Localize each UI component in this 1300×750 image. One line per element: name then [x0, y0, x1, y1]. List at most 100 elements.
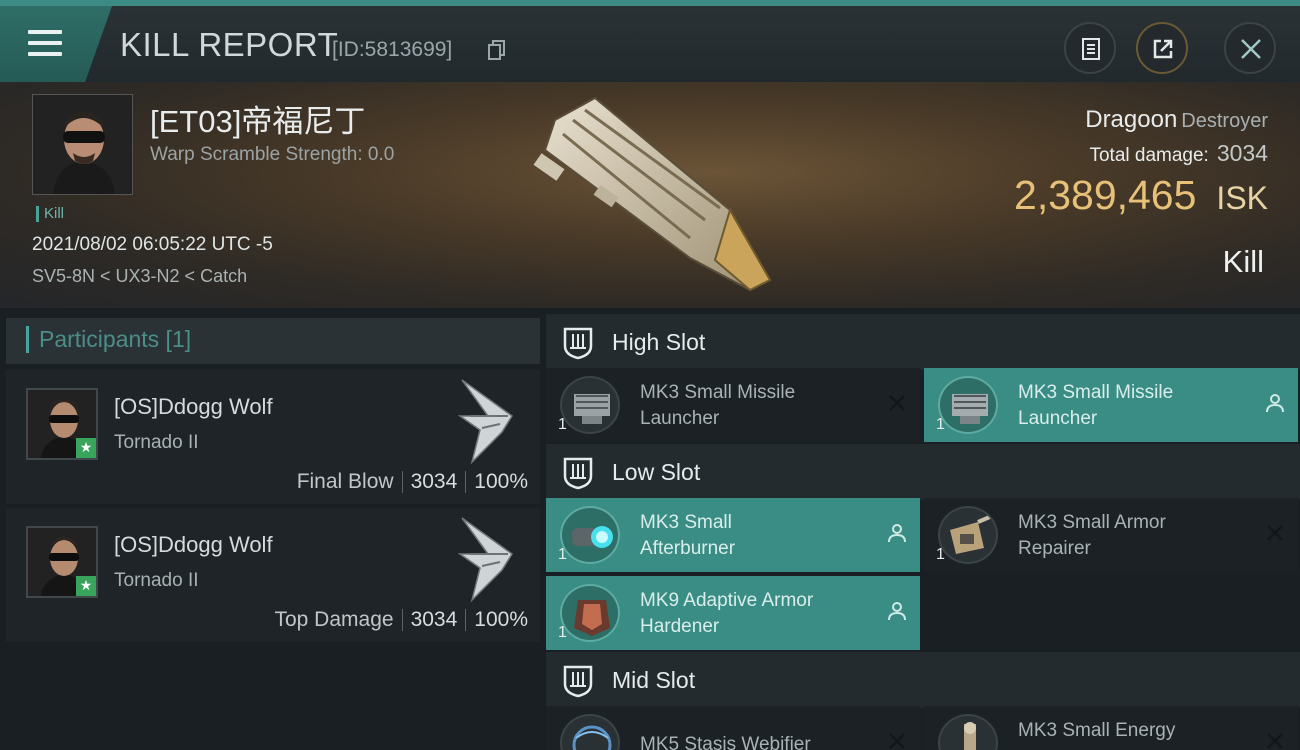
ship-name[interactable]: Dragoon Destroyer	[1085, 106, 1268, 134]
module-name-line2: Launcher	[640, 408, 720, 429]
warp-scramble: Warp Scramble Strength: 0.0	[150, 144, 395, 165]
destroyed-x-icon	[1267, 525, 1283, 541]
participant-card[interactable]: ★ [OS]Ddogg Wolf Tornado II Top Damage 30…	[6, 508, 540, 642]
shield-icon	[563, 665, 593, 698]
module-item[interactable]: MK5 Stasis Webifier	[546, 706, 920, 750]
destroyed-x-icon	[889, 395, 905, 411]
copy-icon[interactable]	[488, 40, 506, 60]
module-item[interactable]: 1 MK3 Small Armor Repairer	[924, 498, 1298, 572]
total-damage: Total damage: 3034	[1089, 140, 1268, 167]
armor-repairer-icon	[938, 506, 998, 564]
page-title: KILL REPORT	[120, 26, 339, 63]
module-item[interactable]: 1 MK3 Small Afterburner	[546, 498, 920, 572]
module-name: MK9 Adaptive Armor Hardener	[640, 588, 880, 640]
notes-button[interactable]	[1064, 22, 1116, 74]
title-bar: KILL REPORT [ID:5813699]	[0, 0, 1300, 82]
module-item[interactable]: 1 MK3 Small Missile Launcher	[546, 368, 920, 442]
participant-ship: Tornado II	[114, 432, 199, 453]
total-damage-value: 3034	[1216, 140, 1268, 166]
total-damage-label: Total damage:	[1089, 145, 1209, 166]
participant-percent: 100%	[474, 470, 528, 493]
victim-name[interactable]: [ET03]帝福尼丁	[150, 96, 365, 141]
location-path: SV5-8N < UX3-N2 < Catch	[32, 266, 248, 286]
module-name-line2: Repairer	[1018, 538, 1091, 559]
slot-title: Mid Slot	[612, 667, 696, 693]
slot-title: Low Slot	[612, 459, 701, 485]
participant-name[interactable]: [OS]Ddogg Wolf	[114, 532, 273, 558]
participant-name[interactable]: [OS]Ddogg Wolf	[114, 394, 273, 420]
module-name-line1: MK5 Stasis Webifier	[640, 734, 811, 750]
mid-slot-header: Mid Slot	[546, 652, 1300, 708]
hamburger-icon	[28, 30, 62, 58]
module-name: MK3 Small Missile Launcher	[1018, 380, 1258, 432]
module-name-line1: MK3 Small Energy	[1018, 720, 1176, 741]
participant-ship: Tornado II	[114, 570, 199, 591]
module-name-line2: Afterburner	[640, 538, 736, 559]
victim-header: [ET03]帝福尼丁 Warp Scramble Strength: 0.0 K…	[0, 82, 1300, 308]
module-name: MK3 Small Armor Repairer	[1018, 510, 1258, 562]
module-name: MK3 Small Afterburner	[640, 510, 880, 562]
participant-percent: 100%	[474, 608, 528, 631]
share-button[interactable]	[1136, 22, 1188, 74]
report-id: [ID:5813699]	[332, 38, 453, 61]
isk-unit: ISK	[1216, 180, 1268, 216]
participant-damage: 3034	[410, 470, 458, 493]
destroyed-x-icon	[1267, 733, 1283, 749]
participants-header: Participants [1]	[6, 318, 540, 364]
close-button[interactable]	[1224, 22, 1276, 74]
timestamp: 2021/08/02 06:05:22 UTC -5	[32, 234, 273, 255]
destroyed-x-icon	[889, 733, 905, 749]
module-quantity: 1	[558, 546, 567, 563]
module-quantity: 1	[558, 624, 567, 641]
module-name-line2: Launcher	[1018, 408, 1098, 429]
low-slot-header: Low Slot	[546, 444, 1300, 500]
ship-name-text: Dragoon	[1085, 106, 1178, 133]
armor-hardener-icon	[560, 584, 620, 642]
kill-tag: Kill	[36, 206, 64, 222]
module-name-line1: MK3 Small Missile	[1018, 382, 1174, 403]
menu-button[interactable]	[0, 6, 112, 82]
afterburner-icon	[560, 506, 620, 564]
module-quantity: 1	[936, 546, 945, 563]
module-name: MK3 Small Missile Launcher	[640, 380, 880, 432]
shield-icon	[563, 327, 593, 360]
module-item[interactable]: 1 MK3 Small Missile Launcher	[924, 368, 1298, 442]
module-item[interactable]: 1 MK9 Adaptive Armor Hardener	[546, 576, 920, 650]
participant-stats: Top Damage 3034 100%	[274, 608, 528, 632]
participant-card[interactable]: ★ [OS]Ddogg Wolf Tornado II Final Blow 30…	[6, 370, 540, 504]
module-name: MK5 Stasis Webifier	[640, 732, 880, 750]
portrait-image	[33, 95, 132, 194]
star-icon: ★	[76, 576, 96, 596]
person-icon	[888, 602, 906, 621]
ship-image	[533, 96, 772, 292]
participant-avatar: ★	[26, 388, 98, 460]
share-icon	[1153, 39, 1173, 59]
participant-role: Top Damage	[274, 608, 394, 631]
shield-icon	[563, 457, 593, 490]
fitting-panel: High Slot 1 MK3 Small Missile Launcher 1…	[546, 308, 1300, 750]
slot-title: High Slot	[612, 329, 706, 355]
participant-avatar: ★	[26, 526, 98, 598]
participant-role: Final Blow	[296, 470, 394, 493]
ship-icon	[457, 517, 514, 603]
victim-avatar[interactable]	[32, 94, 133, 195]
module-item[interactable]: MK3 Small Energy	[924, 706, 1298, 750]
module-name: MK3 Small Energy	[1018, 718, 1258, 744]
module-name-line1: MK3 Small Armor	[1018, 512, 1166, 533]
participants-title: Participants [1]	[26, 326, 191, 353]
module-name-line1: MK9 Adaptive Armor	[640, 590, 814, 611]
ship-icon	[457, 379, 514, 465]
isk-amount: 2,389,465	[1014, 172, 1197, 218]
module-quantity: 1	[936, 416, 945, 433]
person-icon	[888, 524, 906, 543]
ship-class: Destroyer	[1181, 110, 1268, 132]
star-icon: ★	[76, 438, 96, 458]
result-label: Kill	[1222, 244, 1264, 279]
missile-launcher-icon	[560, 376, 620, 434]
missile-launcher-icon	[938, 376, 998, 434]
clipboard-icon	[1082, 38, 1100, 60]
high-slot-header: High Slot	[546, 314, 1300, 370]
module-name-line1: MK3 Small Missile	[640, 382, 796, 403]
module-quantity: 1	[558, 416, 567, 433]
close-icon	[1241, 39, 1261, 59]
